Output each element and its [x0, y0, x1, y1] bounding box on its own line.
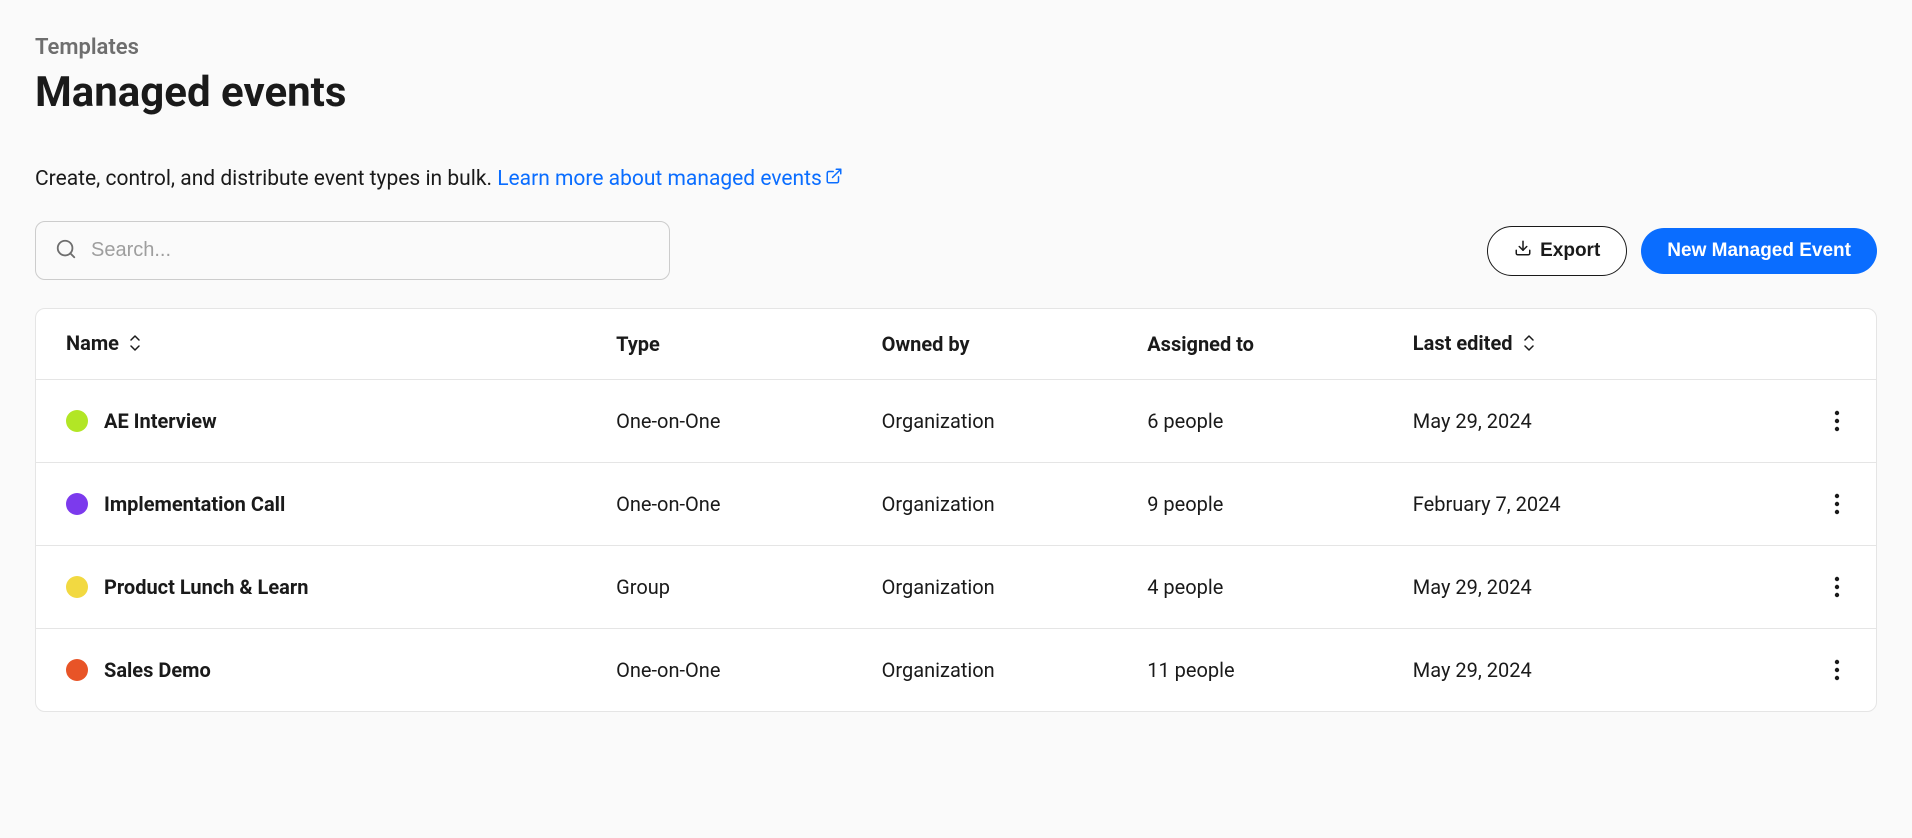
description-text: Create, control, and distribute event ty…	[35, 167, 497, 191]
table-row[interactable]: Sales Demo One-on-OneOrganization11 peopl…	[36, 629, 1876, 712]
table-row[interactable]: Implementation Call One-on-OneOrganizatio…	[36, 463, 1876, 546]
page-title: Managed events	[35, 68, 1877, 117]
name-cell: AE Interview	[36, 380, 586, 463]
toolbar-actions: Export New Managed Event	[1487, 226, 1877, 276]
more-vertical-icon	[1834, 493, 1840, 515]
color-dot-icon	[66, 410, 88, 432]
event-name: Sales Demo	[104, 658, 211, 682]
assigned-to-cell: 4 people	[1117, 546, 1383, 629]
column-header-name[interactable]: Name	[36, 309, 586, 379]
more-actions-button[interactable]	[1828, 653, 1846, 687]
table-row[interactable]: Product Lunch & Learn GroupOrganization4 …	[36, 546, 1876, 629]
column-header-assigned-to[interactable]: Assigned to	[1117, 309, 1383, 379]
new-managed-event-button[interactable]: New Managed Event	[1641, 228, 1877, 274]
name-cell: Implementation Call	[36, 463, 586, 546]
table-row[interactable]: AE Interview One-on-OneOrganization6 peop…	[36, 380, 1876, 463]
column-header-type[interactable]: Type	[586, 309, 852, 379]
type-cell: Group	[586, 546, 852, 629]
description: Create, control, and distribute event ty…	[35, 167, 1877, 191]
search-container	[35, 221, 670, 280]
event-name: Product Lunch & Learn	[104, 575, 308, 599]
external-link-icon	[825, 167, 843, 191]
sort-icon	[128, 333, 142, 357]
column-header-last-edited[interactable]: Last edited	[1383, 309, 1724, 379]
assigned-to-cell: 6 people	[1117, 380, 1383, 463]
toolbar: Export New Managed Event	[35, 221, 1877, 280]
events-table: Name Type Owned by Assigned to Last edit…	[36, 309, 1876, 711]
type-cell: One-on-One	[586, 629, 852, 712]
color-dot-icon	[66, 576, 88, 598]
table-header-row: Name Type Owned by Assigned to Last edit…	[36, 309, 1876, 379]
actions-cell	[1724, 629, 1876, 712]
events-table-container: Name Type Owned by Assigned to Last edit…	[35, 308, 1877, 712]
export-label: Export	[1540, 240, 1600, 262]
more-actions-button[interactable]	[1828, 404, 1846, 438]
owned-by-cell: Organization	[852, 629, 1118, 712]
column-last-edited-label: Last edited	[1413, 331, 1513, 355]
owned-by-cell: Organization	[852, 380, 1118, 463]
export-button[interactable]: Export	[1487, 226, 1627, 276]
owned-by-cell: Organization	[852, 463, 1118, 546]
breadcrumb[interactable]: Templates	[35, 35, 1877, 60]
event-name: AE Interview	[104, 409, 217, 433]
type-cell: One-on-One	[586, 463, 852, 546]
last-edited-cell: May 29, 2024	[1383, 380, 1724, 463]
column-name-label: Name	[66, 331, 119, 355]
search-input[interactable]	[35, 221, 670, 280]
column-header-actions	[1724, 309, 1876, 379]
assigned-to-cell: 9 people	[1117, 463, 1383, 546]
assigned-to-cell: 11 people	[1117, 629, 1383, 712]
color-dot-icon	[66, 659, 88, 681]
more-actions-button[interactable]	[1828, 487, 1846, 521]
last-edited-cell: February 7, 2024	[1383, 463, 1724, 546]
type-cell: One-on-One	[586, 380, 852, 463]
more-actions-button[interactable]	[1828, 570, 1846, 604]
last-edited-cell: May 29, 2024	[1383, 629, 1724, 712]
actions-cell	[1724, 380, 1876, 463]
last-edited-cell: May 29, 2024	[1383, 546, 1724, 629]
name-cell: Product Lunch & Learn	[36, 546, 586, 629]
column-header-owned-by[interactable]: Owned by	[852, 309, 1118, 379]
learn-more-text: Learn more about managed events	[497, 167, 822, 191]
event-name: Implementation Call	[104, 492, 285, 516]
name-cell: Sales Demo	[36, 629, 586, 712]
actions-cell	[1724, 463, 1876, 546]
actions-cell	[1724, 546, 1876, 629]
more-vertical-icon	[1834, 659, 1840, 681]
download-icon	[1514, 239, 1532, 263]
learn-more-link[interactable]: Learn more about managed events	[497, 167, 843, 191]
sort-icon	[1522, 333, 1536, 357]
more-vertical-icon	[1834, 410, 1840, 432]
owned-by-cell: Organization	[852, 546, 1118, 629]
more-vertical-icon	[1834, 576, 1840, 598]
search-icon	[55, 238, 77, 264]
color-dot-icon	[66, 493, 88, 515]
